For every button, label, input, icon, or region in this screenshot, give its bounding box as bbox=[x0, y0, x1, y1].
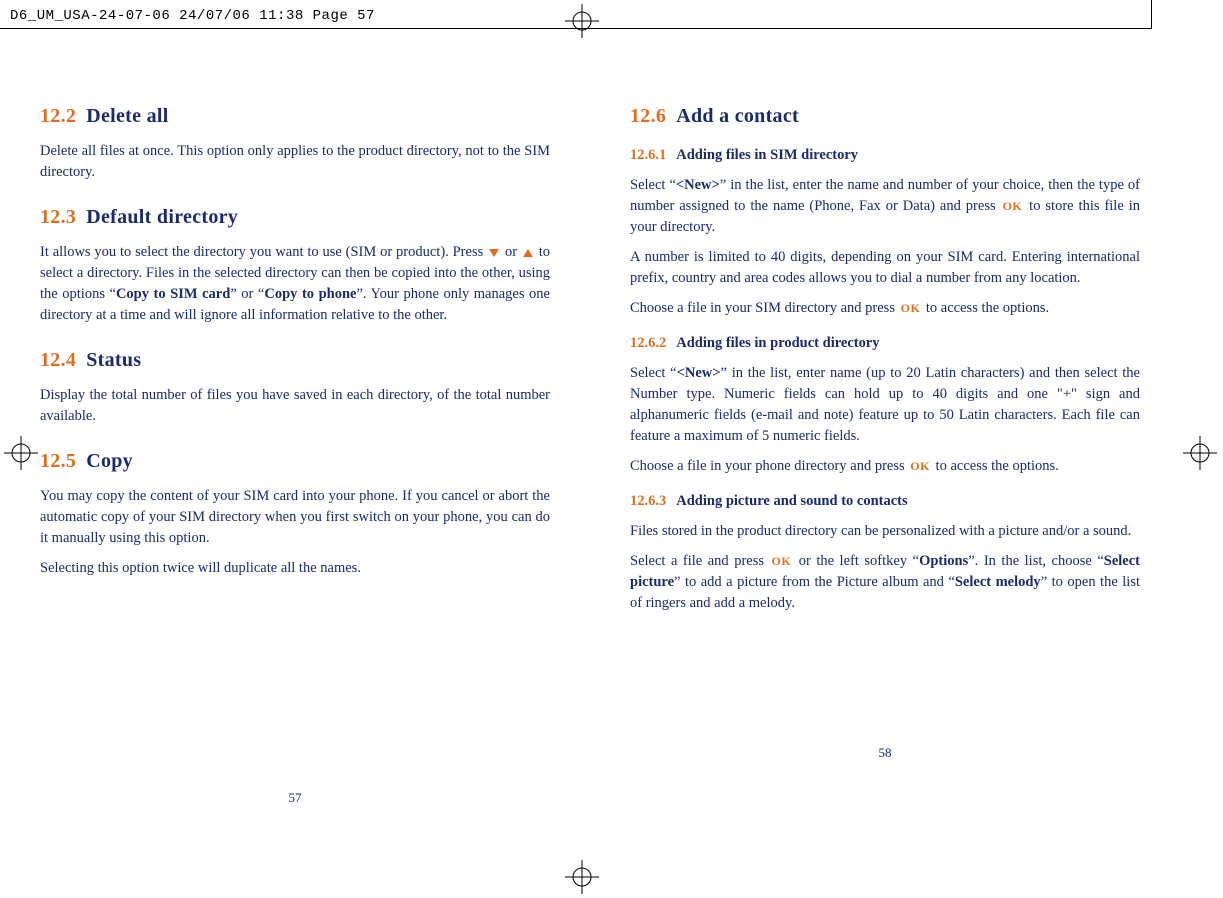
heading-12-2: 12.2 Delete all bbox=[40, 102, 550, 131]
heading-12-5: 12.5 Copy bbox=[40, 447, 550, 476]
subsection-number: 12.6.2 bbox=[630, 335, 666, 351]
bold-text: <New> bbox=[676, 177, 720, 193]
text-run: Choose a file in your phone directory an… bbox=[630, 458, 908, 474]
text-run: to access the options. bbox=[932, 458, 1059, 474]
section-title: Delete all bbox=[86, 105, 168, 127]
body-text: Select “<New>” in the list, enter the na… bbox=[630, 175, 1140, 238]
body-text: Files stored in the product directory ca… bbox=[630, 521, 1140, 542]
ok-icon: OK bbox=[899, 301, 923, 315]
section-number: 12.5 bbox=[40, 450, 76, 472]
crop-mark-right bbox=[1183, 436, 1217, 470]
text-run: It allows you to select the directory yo… bbox=[40, 244, 487, 260]
crop-mark-top bbox=[565, 4, 599, 38]
text-run: or bbox=[505, 244, 521, 260]
ok-icon: OK bbox=[908, 459, 932, 473]
subsection-title: Adding picture and sound to contacts bbox=[676, 493, 907, 509]
heading-12-3: 12.3 Default directory bbox=[40, 203, 550, 232]
subsection-number: 12.6.1 bbox=[630, 147, 666, 163]
body-text: It allows you to select the directory yo… bbox=[40, 242, 550, 326]
bold-text: <New> bbox=[677, 365, 721, 381]
subheading-12-6-1: 12.6.1 Adding files in SIM directory bbox=[630, 145, 1140, 166]
section-title: Copy bbox=[86, 450, 133, 472]
text-run: Choose a file in your SIM directory and … bbox=[630, 300, 899, 316]
body-text: Choose a file in your phone directory an… bbox=[630, 456, 1140, 477]
text-run: Select a file and press bbox=[630, 553, 770, 569]
subsection-title: Adding files in SIM directory bbox=[676, 147, 858, 163]
body-text: A number is limited to 40 digits, depend… bbox=[630, 247, 1140, 289]
crop-mark-left bbox=[4, 436, 38, 470]
page-spread: 12.2 Delete all Delete all files at once.… bbox=[0, 32, 1223, 808]
ok-icon: OK bbox=[770, 554, 794, 568]
body-text: Selecting this option twice will duplica… bbox=[40, 558, 550, 579]
body-text: Select “<New>” in the list, enter name (… bbox=[630, 363, 1140, 447]
bold-text: Copy to SIM card bbox=[116, 286, 230, 302]
text-run: ”. In the list, choose “ bbox=[968, 553, 1104, 569]
heading-12-6: 12.6 Add a contact bbox=[630, 102, 1140, 131]
up-arrow-icon bbox=[523, 249, 533, 257]
body-text: Choose a file in your SIM directory and … bbox=[630, 298, 1140, 319]
section-title: Default directory bbox=[86, 206, 238, 228]
down-arrow-icon bbox=[489, 249, 499, 257]
section-number: 12.2 bbox=[40, 105, 76, 127]
bold-text: Select melody bbox=[955, 574, 1041, 590]
text-run: Select “ bbox=[630, 177, 676, 193]
section-number: 12.3 bbox=[40, 206, 76, 228]
crop-mark-bottom bbox=[565, 860, 599, 894]
subheading-12-6-2: 12.6.2 Adding files in product directory bbox=[630, 333, 1140, 354]
subsection-title: Adding files in product directory bbox=[676, 335, 879, 351]
section-title: Add a contact bbox=[676, 105, 799, 127]
text-run: to access the options. bbox=[922, 300, 1049, 316]
ok-icon: OK bbox=[1001, 199, 1025, 213]
text-run: ” or “ bbox=[230, 286, 264, 302]
bold-text: Copy to phone bbox=[264, 286, 356, 302]
text-run: ” to add a picture from the Picture albu… bbox=[674, 574, 955, 590]
body-text: Delete all files at once. This option on… bbox=[40, 141, 550, 183]
text-run: Select “ bbox=[630, 365, 677, 381]
subsection-number: 12.6.3 bbox=[630, 493, 666, 509]
subheading-12-6-3: 12.6.3 Adding picture and sound to contac… bbox=[630, 491, 1140, 512]
bold-text: Options bbox=[919, 553, 968, 569]
text-run: or the left softkey “ bbox=[793, 553, 919, 569]
page-58: 12.6 Add a contact 12.6.1 Adding files in … bbox=[630, 82, 1140, 808]
page-57: 12.2 Delete all Delete all files at once.… bbox=[40, 82, 550, 808]
body-text: Select a file and press OK or the left s… bbox=[630, 551, 1140, 614]
section-number: 12.4 bbox=[40, 349, 76, 371]
section-title: Status bbox=[86, 349, 141, 371]
section-number: 12.6 bbox=[630, 105, 666, 127]
body-text: You may copy the content of your SIM car… bbox=[40, 486, 550, 549]
hairline-corner bbox=[1151, 0, 1152, 28]
page-number: 58 bbox=[630, 744, 1140, 763]
body-text: Display the total number of files you ha… bbox=[40, 385, 550, 427]
heading-12-4: 12.4 Status bbox=[40, 346, 550, 375]
page-number: 57 bbox=[40, 789, 550, 808]
